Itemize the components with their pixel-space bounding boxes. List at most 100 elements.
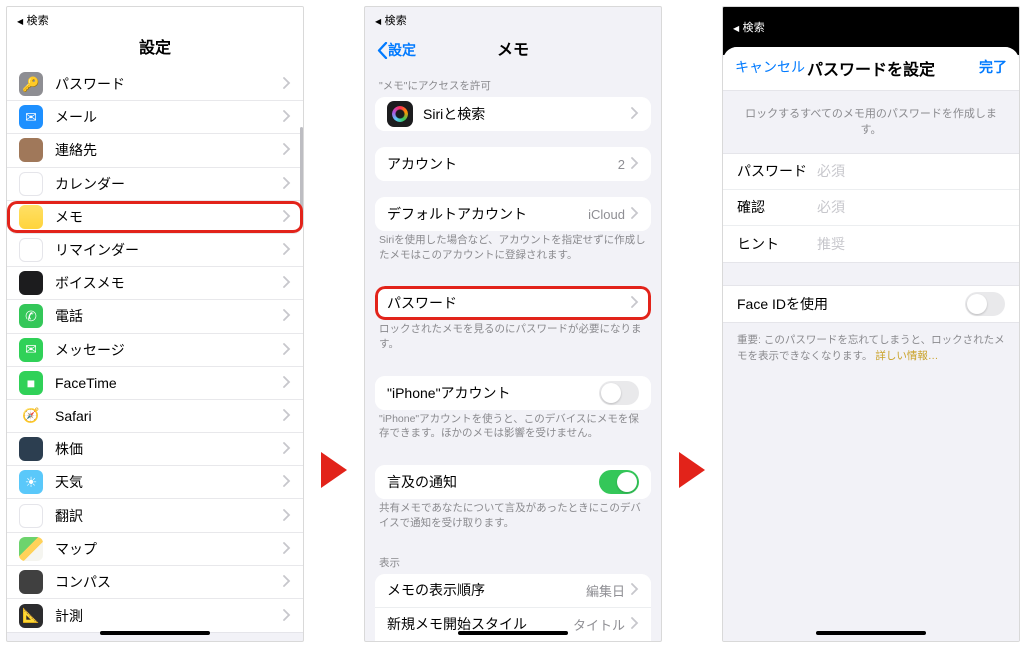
statusbar: 検索 xyxy=(365,7,661,30)
caption-iphone-account: "iPhone"アカウントを使うと、このデバイスにメモを保存できます。ほかのメモ… xyxy=(365,412,661,451)
settings-row-mail[interactable]: ✉メール xyxy=(7,101,303,134)
done-button[interactable]: 完了 xyxy=(967,47,1019,87)
notes-icon xyxy=(19,205,43,229)
settings-row-weather[interactable]: ☀ 天気 xyxy=(7,466,303,499)
row-label: ボイスメモ xyxy=(55,273,283,293)
more-info-link[interactable]: 詳しい情報… xyxy=(875,350,938,362)
compass-icon xyxy=(19,570,43,594)
phone-icon: ✆ xyxy=(19,304,43,328)
screen-settings: 検索 設定 🔑パスワード✉メール連絡先カレンダーメモリマインダーボイスメモ ✆電話… xyxy=(6,6,304,642)
settings-row-passwords[interactable]: 🔑パスワード xyxy=(7,68,303,101)
chevron-right-icon xyxy=(631,582,639,598)
field-label: ヒント xyxy=(737,234,817,254)
chevron-right-icon xyxy=(283,608,291,624)
settings-row-voicememos[interactable]: ボイスメモ xyxy=(7,267,303,300)
nav-header: 設定 メモ xyxy=(365,30,661,66)
row-label: カレンダー xyxy=(55,174,283,194)
chevron-left-icon xyxy=(377,42,388,59)
row-label: メモの表示順序 xyxy=(387,580,586,600)
settings-row-safari[interactable]: 🧭Safari xyxy=(7,400,303,433)
row-password[interactable]: パスワード xyxy=(375,286,651,320)
row-default-account[interactable]: デフォルトアカウント iCloud xyxy=(375,197,651,231)
row-label: 株価 xyxy=(55,439,283,459)
settings-row-contacts[interactable]: 連絡先 xyxy=(7,134,303,167)
chevron-right-icon xyxy=(283,142,291,158)
back-button[interactable]: 設定 xyxy=(365,30,428,70)
row-mention-notify[interactable]: 言及の通知 xyxy=(375,465,651,499)
settings-row-stocks[interactable]: 株価 xyxy=(7,433,303,466)
back-search[interactable]: 検索 xyxy=(17,15,49,27)
row-sort-order[interactable]: メモの表示順序 編集日 xyxy=(375,574,651,608)
row-label: FaceTime xyxy=(55,375,283,391)
settings-row-calendar[interactable]: カレンダー xyxy=(7,168,303,201)
settings-row-measure[interactable]: 📐 計測 xyxy=(7,599,303,632)
row-label: マップ xyxy=(55,539,283,559)
chevron-right-icon xyxy=(283,441,291,457)
mail-icon: ✉ xyxy=(19,105,43,129)
row-label: 言及の通知 xyxy=(387,472,599,492)
settings-row-messages[interactable]: ✉メッセージ xyxy=(7,334,303,367)
measure-icon: 📐 xyxy=(19,604,43,628)
row-siri-search[interactable]: Siriと検索 xyxy=(375,97,651,131)
chevron-right-icon xyxy=(283,76,291,92)
chevron-right-icon xyxy=(283,342,291,358)
section-display: 表示 xyxy=(365,555,661,574)
row-new-note-style[interactable]: 新規メモ開始スタイル タイトル xyxy=(375,608,651,642)
back-label: 設定 xyxy=(388,40,416,60)
chevron-right-icon xyxy=(283,242,291,258)
row-iphone-account[interactable]: "iPhone"アカウント xyxy=(375,376,651,410)
stocks-icon xyxy=(19,437,43,461)
settings-row-notes[interactable]: メモ xyxy=(7,201,303,234)
chevron-right-icon xyxy=(631,295,639,311)
row-label: Face IDを使用 xyxy=(737,294,828,314)
page-title: パスワードを設定 xyxy=(807,56,935,80)
contacts-icon xyxy=(19,138,43,162)
settings-row-compass[interactable]: コンパス xyxy=(7,566,303,599)
field-label: パスワード xyxy=(737,161,817,181)
row-label: 翻訳 xyxy=(55,506,283,526)
row-value: 2 xyxy=(618,157,625,172)
settings-row-maps[interactable]: マップ xyxy=(7,533,303,566)
field-confirm[interactable]: 確認 必須 xyxy=(723,190,1019,226)
back-search[interactable]: 検索 xyxy=(733,22,765,34)
voicememos-icon xyxy=(19,271,43,295)
switch-faceid[interactable] xyxy=(965,292,1005,316)
row-label: 計測 xyxy=(55,606,283,626)
field-hint[interactable]: ヒント 推奨 xyxy=(723,226,1019,262)
back-search[interactable]: 検索 xyxy=(375,15,407,27)
arrow-right-icon xyxy=(319,450,349,490)
settings-row-facetime[interactable]: ■ FaceTime xyxy=(7,367,303,400)
home-indicator[interactable] xyxy=(100,631,210,635)
row-accounts[interactable]: アカウント 2 xyxy=(375,147,651,181)
row-label: パスワード xyxy=(387,293,631,313)
row-label: 天気 xyxy=(55,472,283,492)
chevron-right-icon xyxy=(283,508,291,524)
settings-row-phone[interactable]: ✆電話 xyxy=(7,300,303,333)
field-password[interactable]: パスワード 必須 xyxy=(723,154,1019,190)
cancel-button[interactable]: キャンセル xyxy=(723,47,817,87)
chevron-right-icon xyxy=(283,176,291,192)
passwords-icon: 🔑 xyxy=(19,72,43,96)
chevron-right-icon xyxy=(631,616,639,632)
switch-iphone-account[interactable] xyxy=(599,381,639,405)
row-label: Siriと検索 xyxy=(423,104,631,124)
facetime-icon: ■ xyxy=(19,371,43,395)
home-indicator[interactable] xyxy=(458,631,568,635)
weather-icon: ☀ xyxy=(19,470,43,494)
page-title: 設定 xyxy=(7,30,303,68)
home-indicator[interactable] xyxy=(816,631,926,635)
chevron-right-icon xyxy=(283,308,291,324)
settings-row-reminders[interactable]: リマインダー xyxy=(7,234,303,267)
row-label: デフォルトアカウント xyxy=(387,204,588,224)
statusbar: 検索 xyxy=(7,7,303,30)
row-faceid[interactable]: Face IDを使用 xyxy=(723,286,1019,322)
reminders-icon xyxy=(19,238,43,262)
switch-mention-notify[interactable] xyxy=(599,470,639,494)
faceid-group: Face IDを使用 xyxy=(723,285,1019,323)
chevron-right-icon xyxy=(283,209,291,225)
translate-icon: ⇄ xyxy=(19,504,43,528)
row-label: 連絡先 xyxy=(55,140,283,160)
settings-row-translate[interactable]: ⇄ 翻訳 xyxy=(7,499,303,532)
calendar-icon xyxy=(19,172,43,196)
chevron-right-icon xyxy=(631,106,639,122)
